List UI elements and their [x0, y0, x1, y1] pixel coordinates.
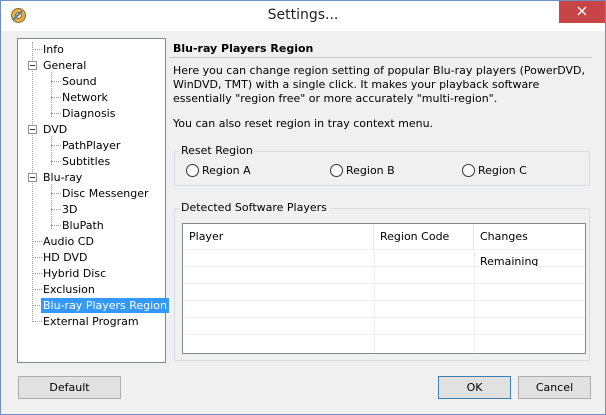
- radio-circle-icon: [462, 164, 475, 177]
- collapse-dvd-icon[interactable]: [28, 125, 37, 134]
- tree-item-3d[interactable]: 3D: [60, 202, 79, 217]
- tree-item-pathplayer[interactable]: PathPlayer: [60, 138, 122, 153]
- title-bar[interactable]: Settings...: [1, 1, 605, 31]
- settings-tree[interactable]: Info General Sound Network Diagnosis DVD…: [17, 38, 169, 363]
- radio-region-c[interactable]: Region C: [462, 164, 527, 177]
- radio-circle-icon: [186, 164, 199, 177]
- collapse-general-icon[interactable]: [28, 61, 37, 70]
- close-icon: [577, 6, 587, 19]
- tree-item-subtitles[interactable]: Subtitles: [60, 154, 112, 169]
- cancel-button[interactable]: Cancel: [518, 376, 591, 399]
- close-button[interactable]: [559, 1, 605, 23]
- tree-item-diagnosis[interactable]: Diagnosis: [60, 106, 117, 121]
- radio-region-c-label: Region C: [478, 164, 527, 177]
- radio-region-a-label: Region A: [202, 164, 251, 177]
- tree-item-exclusion[interactable]: Exclusion: [41, 282, 97, 297]
- column-header-region-code[interactable]: Region Code: [374, 224, 474, 249]
- tree-item-bluray[interactable]: Blu-ray: [41, 170, 84, 185]
- tree-item-info[interactable]: Info: [41, 42, 66, 57]
- panel-description: Here you can change region setting of po…: [173, 64, 585, 105]
- tree-item-hybrid-disc[interactable]: Hybrid Disc: [41, 266, 108, 281]
- column-header-changes-remaining[interactable]: Changes Remaining: [474, 224, 585, 268]
- panel-title: Blu-ray Players Region: [169, 38, 592, 58]
- ok-button[interactable]: OK: [438, 376, 511, 399]
- tree-item-sound[interactable]: Sound: [60, 74, 99, 89]
- tray-note: You can also reset region in tray contex…: [173, 117, 434, 130]
- settings-window: Settings... Info General Sound Network D…: [0, 0, 606, 415]
- radio-region-b-label: Region B: [346, 164, 395, 177]
- tree-item-bluray-players-region[interactable]: Blu-ray Players Region: [41, 298, 169, 313]
- tree-item-blupath[interactable]: BluPath: [60, 218, 106, 233]
- tree-item-general[interactable]: General: [41, 58, 88, 73]
- radio-region-a[interactable]: Region A: [186, 164, 251, 177]
- tree-item-audio-cd[interactable]: Audio CD: [41, 234, 96, 249]
- tree-item-hd-dvd[interactable]: HD DVD: [41, 250, 90, 265]
- players-table[interactable]: Player Region Code Changes Remaining: [182, 223, 586, 354]
- tree-item-disc-messenger[interactable]: Disc Messenger: [60, 186, 151, 201]
- reset-region-title: Reset Region: [179, 144, 255, 157]
- tree-item-external-program[interactable]: External Program: [41, 314, 141, 329]
- collapse-bluray-icon[interactable]: [28, 173, 37, 182]
- tree-item-dvd[interactable]: DVD: [41, 122, 69, 137]
- tree-item-network[interactable]: Network: [60, 90, 110, 105]
- radio-circle-icon: [330, 164, 343, 177]
- column-header-player[interactable]: Player: [183, 224, 374, 249]
- default-button[interactable]: Default: [18, 376, 121, 399]
- detected-players-title: Detected Software Players: [179, 201, 329, 214]
- window-title: Settings...: [267, 7, 339, 23]
- radio-region-b[interactable]: Region B: [330, 164, 395, 177]
